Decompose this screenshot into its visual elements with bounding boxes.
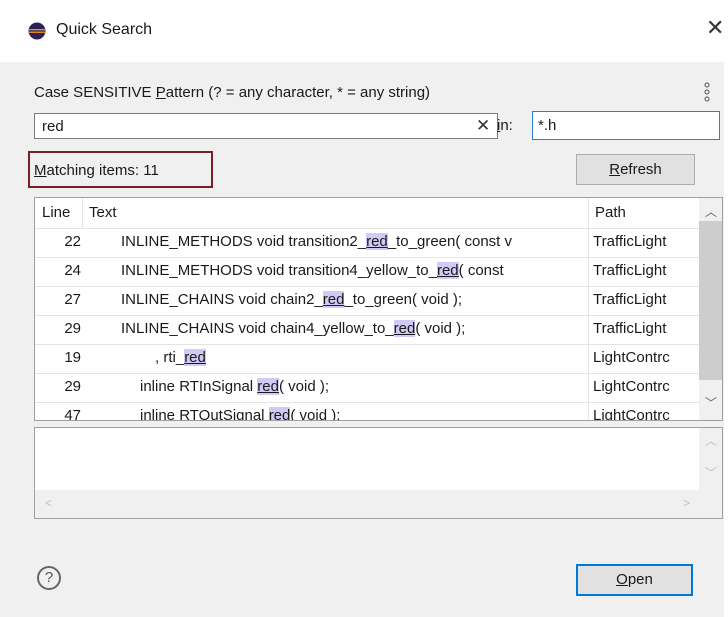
row-text: INLINE_CHAINS void chain2_red_to_green( …	[121, 291, 463, 308]
results-scroll-thumb[interactable]	[699, 221, 722, 380]
row-text: INLINE_CHAINS void chain4_yellow_to_red(…	[121, 320, 466, 337]
row-path: TrafficLight	[593, 320, 667, 337]
row-path: TrafficLight	[593, 262, 667, 279]
table-row[interactable]: 19 , rti_red LightContrc	[35, 344, 699, 374]
pattern-caption: Case SENSITIVE Pattern (? = any characte…	[34, 84, 431, 101]
row-path: TrafficLight	[593, 233, 667, 250]
help-icon[interactable]: ?	[37, 566, 61, 590]
match-highlight: red	[268, 407, 291, 420]
open-button[interactable]: Open	[576, 564, 693, 596]
quick-search-dialog: Quick Search ✕ Case SENSITIVE Pattern (?…	[0, 0, 728, 617]
preview-vertical-scrollbar[interactable]: ︿ ﹀	[699, 428, 722, 490]
row-line-number: 29	[64, 320, 81, 337]
match-highlight: red	[436, 262, 459, 279]
table-row[interactable]: 29 INLINE_CHAINS void chain4_yellow_to_re…	[35, 315, 699, 345]
row-path: LightContrc	[593, 378, 670, 395]
row-text: inline RTOutSignal red( void );	[140, 407, 583, 420]
search-input[interactable]: red	[34, 113, 498, 139]
match-highlight: red	[257, 378, 279, 395]
preview-horizontal-scrollbar[interactable]: < >	[35, 490, 722, 518]
close-icon[interactable]: ✕	[706, 17, 724, 39]
row-line-number: 29	[64, 378, 81, 395]
row-path: LightContrc	[593, 407, 670, 421]
in-label: in:	[497, 117, 513, 134]
row-path: TrafficLight	[593, 291, 667, 308]
preview-scroll-left-icon[interactable]: <	[45, 496, 52, 510]
row-line-number: 24	[64, 262, 81, 279]
table-row[interactable]: 47 inline RTOutSignal red( void ); LightCo…	[35, 402, 699, 421]
match-highlight: red	[393, 320, 416, 337]
eclipse-icon	[28, 22, 46, 40]
clear-search-icon[interactable]: ✕	[476, 116, 490, 136]
preview-scroll-up-icon[interactable]: ︿	[705, 432, 717, 449]
match-highlight: red	[184, 349, 206, 366]
column-header-text[interactable]: Text	[89, 204, 117, 221]
column-header-line[interactable]: Line	[42, 204, 70, 221]
row-line-number: 47	[64, 407, 81, 421]
table-row[interactable]: 29 inline RTInSignal red( void ); LightCon…	[35, 373, 699, 403]
search-input-value: red	[42, 118, 64, 135]
drag-grip-icon[interactable]	[703, 82, 711, 102]
scroll-up-icon[interactable]: ︿	[705, 203, 717, 220]
row-text: inline RTInSignal red( void );	[140, 378, 329, 395]
file-filter-input[interactable]: *.h	[532, 111, 720, 140]
matching-items-count: Matching items: 11	[34, 162, 159, 179]
table-row[interactable]: 22 INLINE_METHODS void transition2_red_to…	[35, 228, 699, 258]
row-line-number: 27	[64, 291, 81, 308]
table-row[interactable]: 27 INLINE_CHAINS void chain2_red_to_green…	[35, 286, 699, 316]
row-line-number: 19	[64, 349, 81, 366]
match-highlight: red	[322, 291, 345, 308]
row-text: , rti_red	[155, 349, 206, 366]
window-title: Quick Search	[56, 21, 153, 38]
table-row[interactable]: 24 INLINE_METHODS void transition4_yellow…	[35, 257, 699, 287]
preview-pane: ︿ ﹀ < >	[34, 427, 723, 519]
column-header-path[interactable]: Path	[595, 204, 626, 221]
row-path: LightContrc	[593, 349, 670, 366]
row-line-number: 22	[64, 233, 81, 250]
preview-scroll-down-icon[interactable]: ﹀	[705, 464, 717, 481]
row-text: INLINE_METHODS void transition2_red_to_g…	[121, 233, 513, 250]
refresh-button[interactable]: Refresh	[576, 154, 695, 185]
title-bar: Quick Search ✕	[0, 0, 728, 62]
results-table: Line Text Path 22 INLINE_METHODS void tra…	[34, 197, 723, 421]
table-header: Line Text Path	[35, 198, 699, 229]
scroll-down-icon[interactable]: ﹀	[705, 394, 717, 411]
preview-scroll-right-icon[interactable]: >	[683, 496, 690, 510]
row-text: INLINE_METHODS void transition4_yellow_t…	[121, 262, 504, 279]
file-filter-value: *.h	[538, 117, 557, 134]
match-highlight: red	[366, 233, 388, 250]
